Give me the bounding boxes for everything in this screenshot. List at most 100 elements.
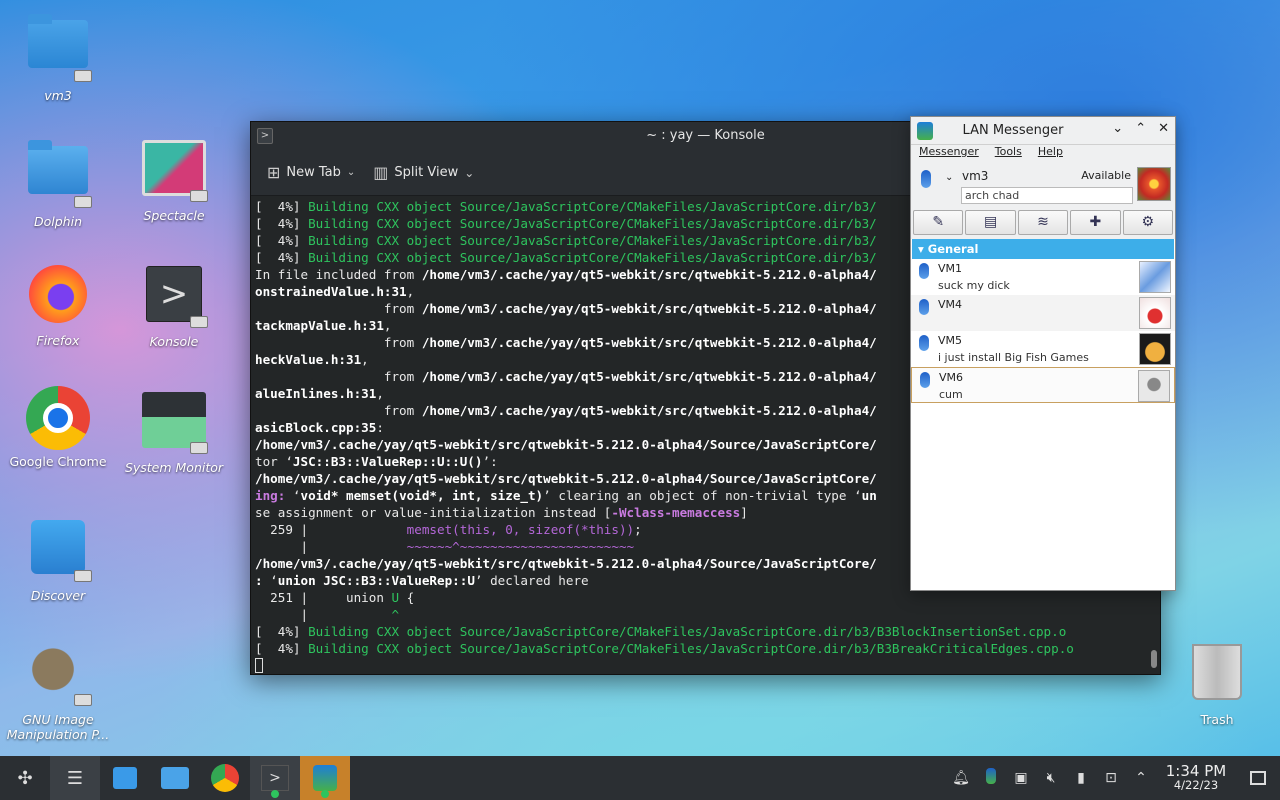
desktop-icon-google-chrome[interactable]: Google Chrome	[2, 386, 114, 469]
list-item[interactable]: VM1 suck my dick	[911, 259, 1175, 295]
task-dolphin[interactable]	[150, 756, 200, 800]
new-tab-icon: ⊞	[267, 163, 281, 182]
desktop-icon-spectacle[interactable]: Spectacle	[118, 136, 230, 223]
desktop-icon-label: Konsole	[149, 334, 199, 349]
terminal-text: ‘	[270, 573, 278, 588]
terminal-line: 251 | union U {	[255, 589, 1148, 606]
desktop-icon-discover[interactable]: Discover	[2, 514, 114, 603]
volume-muted-icon[interactable]: 🔇︎	[1036, 770, 1066, 786]
terminal-text: /home/vm3/.cache/yay/qt5-webkit/src/qtwe…	[421, 301, 877, 316]
terminal-text: ’:	[482, 454, 498, 469]
lan-messenger-icon	[313, 765, 337, 791]
menu-help[interactable]: Help	[1038, 145, 1063, 163]
settings-sliders-icon: ☰	[66, 767, 84, 789]
terminal-text: /home/vm3/.cache/yay/qt5-webkit/src/qtwe…	[421, 335, 877, 350]
settings-button[interactable]: ⚙	[1122, 210, 1174, 235]
lan-messenger-window[interactable]: LAN Messenger ⌄ ⌃ ✕ Messenger Tools Help…	[910, 116, 1176, 591]
split-view-button[interactable]: ▥ Split View ⌄	[373, 163, 474, 182]
desktop-icon-trash[interactable]: Trash	[1161, 640, 1273, 727]
add-contact-button[interactable]: ✚	[1070, 210, 1121, 235]
desktop-icon-konsole[interactable]: > Konsole	[118, 262, 230, 349]
desktop-icon-system-monitor[interactable]: System Monitor	[118, 388, 230, 475]
maximize-icon[interactable]: ⌃	[1135, 121, 1146, 136]
chevron-up-icon[interactable]: ⌃	[1126, 770, 1156, 786]
clipboard-icon[interactable]: ▣	[1006, 770, 1036, 786]
launcher-icon: ✣	[17, 767, 33, 789]
display-config-icon[interactable]: ⊡	[1096, 770, 1126, 786]
username: vm3	[962, 169, 989, 183]
terminal-text: Building CXX object Source/JavaScriptCor…	[308, 233, 877, 248]
split-view-label: Split View	[394, 165, 459, 180]
folder-icon	[26, 14, 92, 84]
contact-note: cum	[939, 388, 963, 401]
taskbar: ✣ ☰ > 🔔︎ ▣ 🔇︎ ▮ ⊡ ⌃ 1:34 PM 4/22/23	[0, 756, 1280, 800]
terminal-text: ’ declared here	[474, 573, 589, 588]
lan-messenger-tray-icon[interactable]	[976, 768, 1006, 788]
terminal-text: -Wclass-memaccess	[611, 505, 741, 520]
file-transfer-button[interactable]: ▤	[965, 210, 1016, 235]
chat-button[interactable]: ✎	[913, 210, 964, 235]
terminal-text: alueInlines.h:31	[255, 386, 377, 401]
digital-clock[interactable]: 1:34 PM 4/22/23	[1156, 764, 1236, 793]
list-item[interactable]: VM6 cum	[911, 367, 1175, 403]
user-status-icon[interactable]	[921, 170, 931, 188]
list-item[interactable]: VM4	[911, 295, 1175, 331]
contact-note: suck my dick	[938, 279, 1010, 292]
terminal-text: ,	[361, 352, 369, 367]
chevron-down-icon[interactable]: ⌄	[1112, 121, 1123, 136]
notifications-bell-icon[interactable]: 🔔︎	[946, 770, 976, 786]
desktop-icon-vm3[interactable]: vm3	[2, 10, 114, 103]
desktop-icon-firefox[interactable]: Firefox	[2, 262, 114, 348]
terminal-text: ,	[376, 386, 384, 401]
terminal-text: from	[255, 301, 422, 316]
gimp-wilber-icon	[26, 644, 92, 708]
terminal-text: /home/vm3/.cache/yay/qt5-webkit/src/qtwe…	[421, 403, 877, 418]
show-desktop-button[interactable]	[1236, 771, 1280, 785]
terminal-text: Building CXX object Source/JavaScriptCor…	[308, 216, 877, 231]
broadcast-button[interactable]: ≋	[1017, 210, 1069, 235]
chevron-down-icon: ⌄	[346, 167, 356, 178]
terminal-text: se assignment or value-initialization in…	[255, 505, 612, 520]
terminal-text: JSC::B3::ValueRep::U::U()	[292, 454, 483, 469]
firefox-icon	[26, 265, 90, 329]
task-discover[interactable]	[100, 756, 150, 800]
user-status-icon	[920, 372, 930, 388]
terminal-text: union JSC::B3::ValueRep::U	[277, 573, 475, 588]
lan-messenger-titlebar[interactable]: LAN Messenger ⌄ ⌃ ✕	[911, 117, 1175, 145]
app-launcher-button[interactable]: ✣	[0, 756, 50, 800]
terminal-text: /home/vm3/.cache/yay/qt5-webkit/src/qtwe…	[421, 267, 877, 282]
group-header-general[interactable]: ▾ General	[912, 239, 1174, 259]
profile-panel: ⌄ vm3 Available arch chad	[911, 163, 1175, 207]
clock-date: 4/22/23	[1173, 778, 1219, 792]
terminal-text: asicBlock.cpp:35	[255, 420, 377, 435]
list-item[interactable]: VM5 i just install Big Fish Games	[911, 331, 1175, 367]
status-label[interactable]: Available	[1081, 169, 1131, 182]
contact-name: VM1	[938, 262, 963, 275]
chevron-down-icon[interactable]: ⌄	[945, 172, 953, 183]
task-konsole[interactable]: >	[250, 756, 300, 800]
terminal-cursor	[255, 658, 263, 673]
file-icon: ▤	[983, 214, 998, 230]
task-chrome[interactable]	[200, 756, 250, 800]
desktop-icon-dolphin[interactable]: Dolphin	[2, 136, 114, 229]
contact-name: VM6	[939, 371, 964, 384]
task-lan-messenger[interactable]	[300, 756, 350, 800]
terminal-scrollbar[interactable]	[1151, 650, 1157, 668]
desktop-icon-label: Discover	[30, 588, 86, 603]
close-icon[interactable]: ✕	[1158, 121, 1169, 136]
terminal-text: heckValue.h:31	[255, 352, 362, 367]
terminal-text: |	[255, 539, 407, 554]
terminal-text: tackmapValue.h:31	[255, 318, 384, 333]
chrome-icon	[26, 386, 90, 450]
new-tab-button[interactable]: ⊞ New Tab ⌄	[267, 163, 355, 182]
menu-messenger[interactable]: Messenger	[919, 145, 979, 163]
terminal-text: from	[255, 335, 422, 350]
usb-device-icon[interactable]: ▮	[1066, 770, 1096, 786]
menu-tools[interactable]: Tools	[995, 145, 1022, 163]
desktop-icon-gimp[interactable]: GNU Image Manipulation P...	[2, 640, 114, 742]
chrome-icon	[211, 764, 239, 792]
avatar[interactable]	[1137, 167, 1171, 201]
user-status-icon	[919, 263, 929, 279]
status-note-input[interactable]: arch chad	[961, 187, 1133, 204]
task-settings[interactable]: ☰	[50, 756, 100, 800]
